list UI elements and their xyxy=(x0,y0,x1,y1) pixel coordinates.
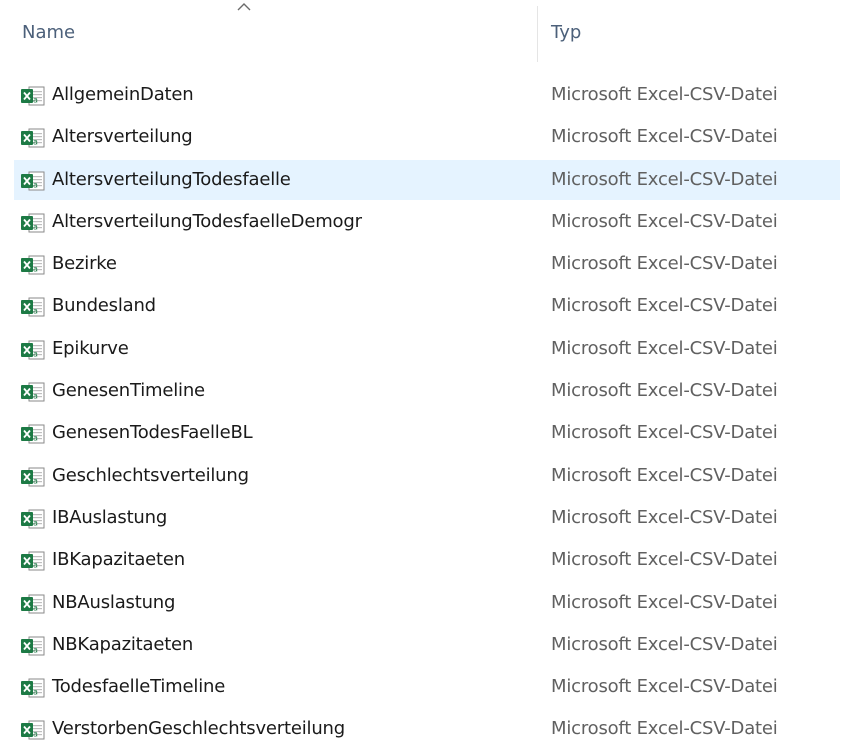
excel-csv-file-icon: a xyxy=(21,678,45,698)
file-row[interactable]: a AltersverteilungTodesfaelle Microsoft … xyxy=(0,159,846,201)
file-type: Microsoft Excel-CSV-Datei xyxy=(551,422,778,444)
svg-text:a: a xyxy=(33,349,38,358)
file-name[interactable]: IBAuslastung xyxy=(52,507,167,528)
svg-text:a: a xyxy=(33,222,38,231)
chevron-up-icon[interactable] xyxy=(237,2,251,12)
svg-text:a: a xyxy=(33,688,38,697)
file-name[interactable]: Bundesland xyxy=(52,295,156,316)
excel-csv-file-icon: a xyxy=(21,636,45,656)
column-header-type[interactable]: Typ xyxy=(551,22,581,43)
svg-text:a: a xyxy=(33,307,38,316)
excel-csv-file-icon: a xyxy=(21,128,45,148)
file-row[interactable]: a GenesenTodesFaelleBL Microsoft Excel-C… xyxy=(0,412,846,454)
file-row[interactable]: a NBKapazitaeten Microsoft Excel-CSV-Dat… xyxy=(0,624,846,666)
file-type: Microsoft Excel-CSV-Datei xyxy=(551,295,778,317)
svg-text:a: a xyxy=(33,730,38,739)
svg-text:a: a xyxy=(33,96,38,105)
file-type: Microsoft Excel-CSV-Datei xyxy=(551,506,778,528)
file-type: Microsoft Excel-CSV-Datei xyxy=(551,380,778,402)
file-row[interactable]: a Bundesland Microsoft Excel-CSV-Datei xyxy=(0,285,846,327)
file-row[interactable]: a Bezirke Microsoft Excel-CSV-Datei xyxy=(0,243,846,285)
file-type: Microsoft Excel-CSV-Datei xyxy=(551,464,778,486)
excel-csv-file-icon: a xyxy=(21,213,45,233)
file-row[interactable]: a TodesfaelleTimeline Microsoft Excel-CS… xyxy=(0,666,846,708)
excel-csv-file-icon: a xyxy=(21,171,45,191)
file-type: Microsoft Excel-CSV-Datei xyxy=(551,84,778,105)
file-type: Microsoft Excel-CSV-Datei xyxy=(551,549,778,571)
file-row[interactable]: a VerstorbenGeschlechtsverteilung Micros… xyxy=(0,708,846,750)
file-name[interactable]: AltersverteilungTodesfaelleDemogr xyxy=(52,211,362,232)
file-type: Microsoft Excel-CSV-Datei xyxy=(551,253,778,275)
file-name[interactable]: GenesenTimeline xyxy=(52,380,205,401)
excel-csv-file-icon: a xyxy=(21,297,45,317)
excel-csv-file-icon: a xyxy=(21,720,45,740)
svg-text:a: a xyxy=(33,434,38,443)
svg-text:a: a xyxy=(33,603,38,612)
svg-text:a: a xyxy=(33,138,38,147)
file-type: Microsoft Excel-CSV-Datei xyxy=(551,718,778,740)
svg-text:a: a xyxy=(33,392,38,401)
file-name[interactable]: VerstorbenGeschlechtsverteilung xyxy=(52,718,345,739)
excel-csv-file-icon: a xyxy=(21,382,45,402)
file-name[interactable]: NBKapazitaeten xyxy=(52,634,193,655)
column-header-name[interactable]: Name xyxy=(22,22,75,43)
file-list: a AllgemeinDaten Microsoft Excel-CSV-Dat… xyxy=(0,74,846,751)
file-type: Microsoft Excel-CSV-Datei xyxy=(551,591,778,613)
file-row[interactable]: a Altersverteilung Microsoft Excel-CSV-D… xyxy=(0,116,846,158)
file-type: Microsoft Excel-CSV-Datei xyxy=(551,337,778,359)
file-row[interactable]: a IBKapazitaeten Microsoft Excel-CSV-Dat… xyxy=(0,539,846,581)
excel-csv-file-icon: a xyxy=(21,467,45,487)
file-type: Microsoft Excel-CSV-Datei xyxy=(551,633,778,655)
svg-text:a: a xyxy=(33,265,38,274)
excel-csv-file-icon: a xyxy=(21,509,45,529)
file-name[interactable]: GenesenTodesFaelleBL xyxy=(52,422,253,443)
svg-text:a: a xyxy=(33,476,38,485)
file-name[interactable]: Bezirke xyxy=(52,253,117,274)
file-name[interactable]: AllgemeinDaten xyxy=(52,84,194,105)
file-type: Microsoft Excel-CSV-Datei xyxy=(551,676,778,698)
svg-text:a: a xyxy=(33,180,38,189)
file-type: Microsoft Excel-CSV-Datei xyxy=(551,168,778,190)
excel-csv-file-icon: a xyxy=(21,551,45,571)
svg-text:a: a xyxy=(33,645,38,654)
file-row[interactable]: a NBAuslastung Microsoft Excel-CSV-Datei xyxy=(0,582,846,624)
file-name[interactable]: NBAuslastung xyxy=(52,592,175,613)
column-header-bar: Name Typ xyxy=(0,0,846,68)
file-name[interactable]: AltersverteilungTodesfaelle xyxy=(52,169,291,190)
file-row[interactable]: a Epikurve Microsoft Excel-CSV-Datei xyxy=(0,328,846,370)
file-type: Microsoft Excel-CSV-Datei xyxy=(551,126,778,148)
file-row[interactable]: a AllgemeinDaten Microsoft Excel-CSV-Dat… xyxy=(0,74,846,116)
excel-csv-file-icon: a xyxy=(21,340,45,360)
file-row[interactable]: a IBAuslastung Microsoft Excel-CSV-Datei xyxy=(0,497,846,539)
svg-text:a: a xyxy=(33,561,38,570)
file-name[interactable]: Altersverteilung xyxy=(52,126,193,147)
file-row[interactable]: a AltersverteilungTodesfaelleDemogr Micr… xyxy=(0,201,846,243)
excel-csv-file-icon: a xyxy=(21,594,45,614)
file-name[interactable]: TodesfaelleTimeline xyxy=(52,676,225,697)
column-divider[interactable] xyxy=(537,6,538,62)
file-name[interactable]: Geschlechtsverteilung xyxy=(52,465,249,486)
file-type: Microsoft Excel-CSV-Datei xyxy=(551,210,778,232)
excel-csv-file-icon: a xyxy=(21,86,45,106)
file-name[interactable]: IBKapazitaeten xyxy=(52,549,185,570)
file-row[interactable]: a GenesenTimeline Microsoft Excel-CSV-Da… xyxy=(0,370,846,412)
svg-text:a: a xyxy=(33,518,38,527)
file-row[interactable]: a Geschlechtsverteilung Microsoft Excel-… xyxy=(0,455,846,497)
file-name[interactable]: Epikurve xyxy=(52,338,129,359)
excel-csv-file-icon: a xyxy=(21,424,45,444)
excel-csv-file-icon: a xyxy=(21,255,45,275)
